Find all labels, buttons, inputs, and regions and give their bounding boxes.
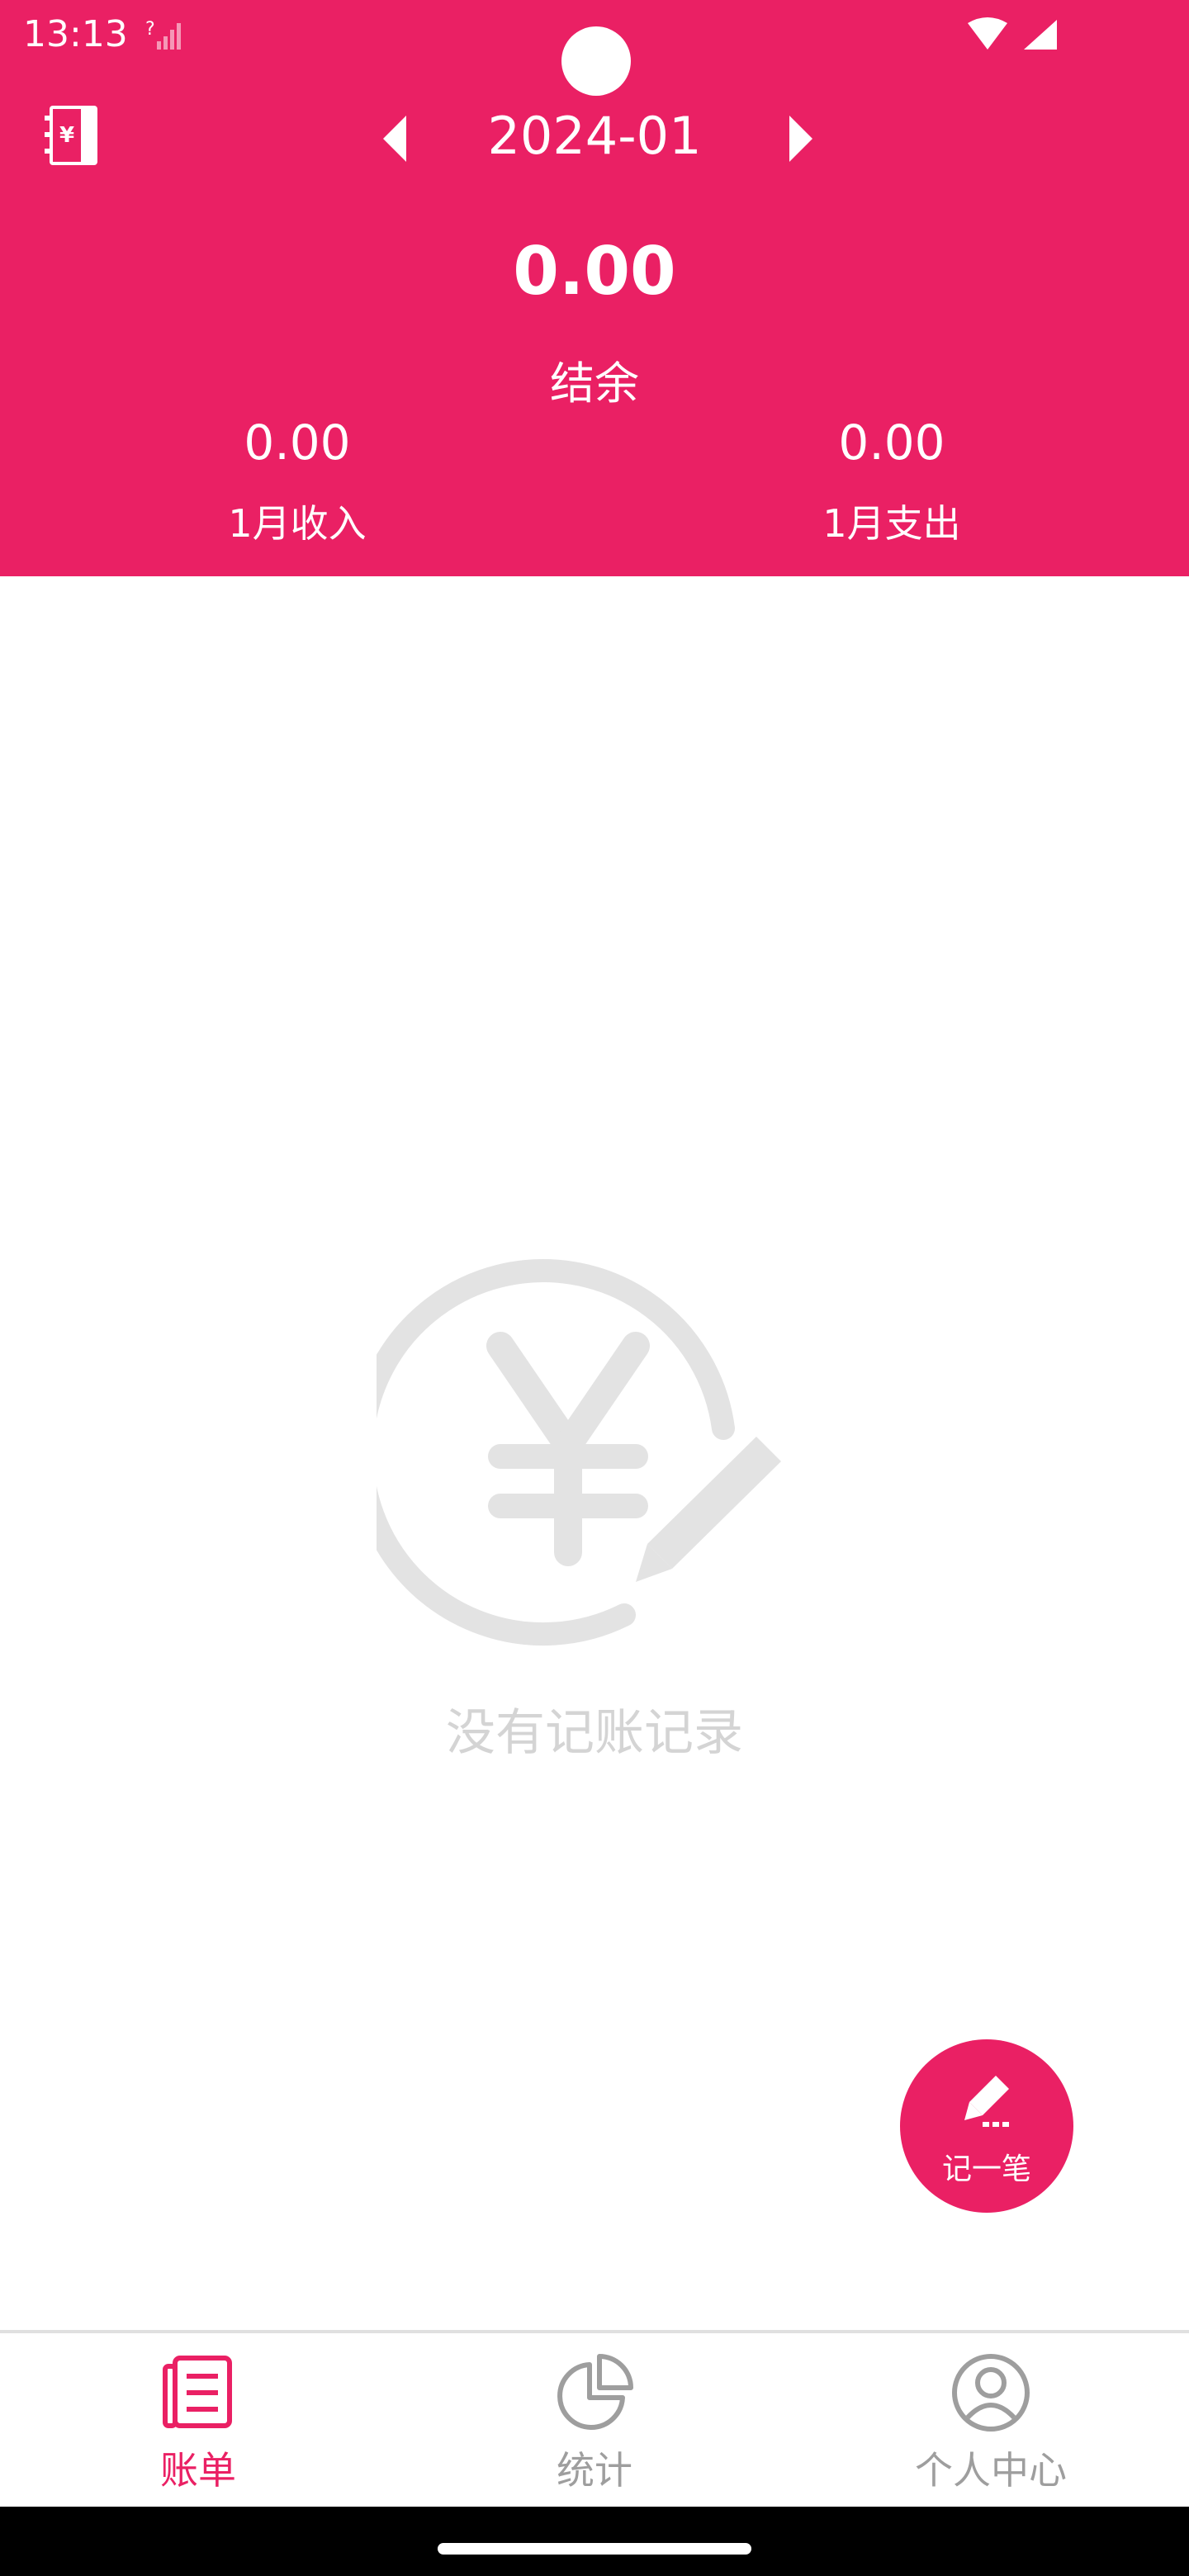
ledger-book-icon[interactable]: ¥ — [40, 102, 106, 168]
pie-chart-icon — [557, 2354, 633, 2430]
previous-month-arrow-icon[interactable] — [380, 114, 413, 163]
nav-label-statistics: 统计 — [557, 2448, 632, 2493]
status-time: 13:13 — [23, 13, 128, 55]
nav-tab-bills[interactable]: 账单 — [0, 2333, 396, 2507]
camera-cutout — [561, 26, 631, 96]
nav-label-bills: 账单 — [160, 2448, 236, 2493]
user-icon — [952, 2354, 1030, 2432]
nav-label-profile: 个人中心 — [915, 2448, 1067, 2493]
current-month[interactable]: 2024-01 — [462, 106, 727, 166]
empty-state-text: 没有记账记录 — [446, 1704, 743, 1762]
add-record-label: 记一笔 — [941, 2152, 1031, 2186]
empty-records-yen-icon — [377, 1259, 781, 1646]
expense-value: 0.00 — [838, 414, 945, 471]
pencil-icon — [964, 2076, 1009, 2127]
home-gesture-handle[interactable] — [438, 2543, 751, 2555]
svg-text:?: ? — [145, 19, 155, 40]
nav-tab-profile[interactable]: 个人中心 — [793, 2333, 1189, 2507]
next-month-arrow-icon[interactable] — [783, 114, 816, 163]
add-record-button[interactable]: 记一笔 — [900, 2039, 1073, 2213]
bottom-navigation: 账单 统计 个人中心 — [0, 2330, 1189, 2507]
income-value: 0.00 — [244, 414, 351, 471]
nav-tab-statistics[interactable]: 统计 — [396, 2333, 793, 2507]
system-gesture-bar — [0, 2507, 1189, 2576]
wifi-battery-icon — [968, 17, 1057, 50]
balance-label: 结余 — [550, 358, 639, 410]
balance-value: 0.00 — [513, 233, 676, 310]
svg-text:¥: ¥ — [59, 123, 74, 148]
income-label: 1月收入 — [228, 501, 367, 546]
expense-label: 1月支出 — [822, 501, 961, 546]
bill-icon — [163, 2356, 232, 2428]
summary-header: 13:13 ? ¥ 2024-01 0.00 结余 0.00 1月收入 0.00… — [0, 0, 1189, 576]
cellular-signal-icon: ? — [145, 19, 181, 50]
